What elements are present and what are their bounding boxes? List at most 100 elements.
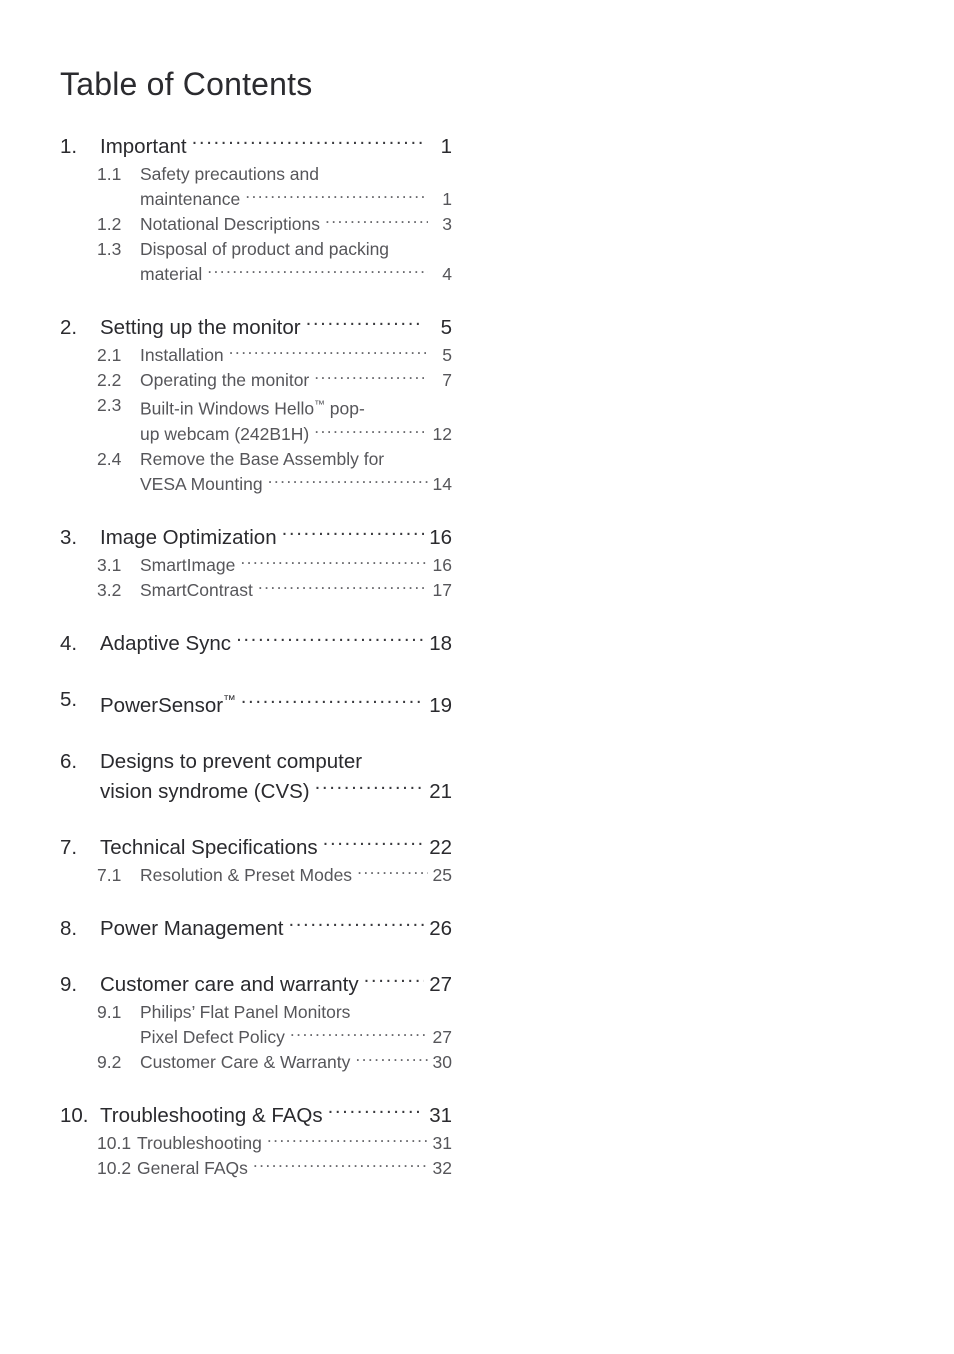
subsection-number: 7.1 bbox=[97, 864, 122, 885]
entry-title-line-1: Resolution & Preset Modes 25 bbox=[140, 863, 452, 888]
entry-title-continued: vision syndrome (CVS) bbox=[100, 779, 310, 803]
toc-entry-troubleshooting-faqs[interactable]: 10. Troubleshooting & FAQs 31 bbox=[60, 1101, 452, 1131]
entry-title: Customer care and warranty bbox=[100, 972, 359, 996]
entry-title: Important bbox=[100, 135, 187, 158]
toc-subentry-operating-the-monitor[interactable]: 2.2 Operating the monitor 7 bbox=[60, 368, 452, 393]
page-number: 3 bbox=[442, 214, 452, 234]
dot-leader bbox=[267, 1131, 428, 1149]
toc-section-designs-to-prevent-computer: 6. Designs to prevent computer vision synd… bbox=[60, 747, 452, 807]
page-number: 32 bbox=[432, 1157, 452, 1178]
page-number: 1 bbox=[440, 135, 452, 158]
toc-entry-customer-care-and-warranty[interactable]: 9. Customer care and warranty 27 bbox=[60, 970, 452, 1000]
toc-entry-technical-specifications[interactable]: 7. Technical Specifications 22 bbox=[60, 833, 452, 863]
toc-subentry-disposal-of-product-and-packing[interactable]: 1.3 Disposal of product and packing materi… bbox=[60, 237, 452, 287]
toc-subentry-installation[interactable]: 2.1 Installation 5 bbox=[60, 343, 452, 368]
toc-entry-adaptive-sync[interactable]: 4. Adaptive Sync 18 bbox=[60, 629, 452, 659]
entry-body: Built-in Windows Hello™ pop-up webcam (2… bbox=[140, 393, 452, 447]
toc-entry-designs-to-prevent-computer[interactable]: 6. Designs to prevent computer vision synd… bbox=[60, 747, 452, 807]
toc-subentry-remove-the-base-assembly-for[interactable]: 2.4 Remove the Base Assembly for VESA Moun… bbox=[60, 447, 452, 497]
toc-subentry-philips-flat-panel-monitors[interactable]: 9.1 Philips’ Flat Panel Monitors Pixel Def… bbox=[60, 1000, 452, 1050]
dot-leader bbox=[241, 691, 424, 712]
toc-entry-setting-up-the-monitor[interactable]: 2. Setting up the monitor 5 bbox=[60, 313, 452, 343]
toc-entry-important[interactable]: 1. Important 1 bbox=[60, 132, 452, 162]
page-number: 5 bbox=[440, 316, 452, 339]
dot-leader bbox=[245, 188, 428, 206]
page-number: 14 bbox=[432, 473, 452, 494]
toc-entry-image-optimization[interactable]: 3. Image Optimization 16 bbox=[60, 523, 452, 553]
entry-title-line-1: Designs to prevent computer bbox=[100, 747, 452, 777]
entry-title-line-2: material 4 bbox=[140, 262, 452, 287]
entry-title: Designs to prevent computer bbox=[100, 749, 363, 773]
toc-subentry-resolution-preset-modes[interactable]: 7.1 Resolution & Preset Modes 25 bbox=[60, 863, 452, 888]
toc-subentry-smartimage[interactable]: 3.1 SmartImage 16 bbox=[60, 553, 452, 578]
section-number: 9. bbox=[60, 972, 78, 996]
section-number: 5. bbox=[60, 687, 78, 711]
toc-subentry-customer-care-warranty[interactable]: 9.2 Customer Care & Warranty 30 bbox=[60, 1050, 452, 1075]
entry-title: Technical Specifications bbox=[100, 835, 318, 859]
entry-body: Notational Descriptions 3 bbox=[140, 212, 452, 237]
entry-body: Installation 5 bbox=[140, 343, 452, 368]
entry-body: Important 1 bbox=[100, 132, 452, 162]
entry-title-line-1: Built-in Windows Hello™ pop- bbox=[140, 393, 452, 422]
dot-leader bbox=[328, 1101, 424, 1122]
entry-title-line-2: Pixel Defect Policy 27 bbox=[140, 1025, 452, 1050]
entry-title-line-1: Power Management 26 bbox=[100, 914, 452, 944]
toc-entry-powersensor[interactable]: 5. PowerSensor™ 19 bbox=[60, 685, 452, 721]
toc-section-power-management: 8. Power Management 26 bbox=[60, 914, 452, 944]
section-number: 3. bbox=[60, 525, 78, 549]
page-title: Table of Contents bbox=[60, 66, 313, 102]
page-number: 18 bbox=[429, 631, 452, 655]
toc-section-important: 1. Important 1 1.1 Safety precautions and mai… bbox=[60, 132, 452, 287]
toc-subentry-general-faqs[interactable]: 10.2General FAQs 32 bbox=[60, 1156, 452, 1181]
toc-entry-power-management[interactable]: 8. Power Management 26 bbox=[60, 914, 452, 944]
toc-section-customer-care-and-warranty: 9. Customer care and warranty 27 9.1 Philips… bbox=[60, 970, 452, 1075]
toc-subentry-smartcontrast[interactable]: 3.2 SmartContrast 17 bbox=[60, 578, 452, 603]
entry-title: Philips’ Flat Panel Monitors bbox=[140, 1001, 351, 1022]
entry-title: General FAQs bbox=[137, 1157, 248, 1178]
subsection-number: 9.1 bbox=[97, 1001, 122, 1022]
dot-leader bbox=[314, 369, 428, 387]
section-number: 7. bbox=[60, 835, 78, 859]
dot-leader bbox=[355, 1050, 428, 1068]
page-number: 30 bbox=[432, 1051, 452, 1072]
entry-body: Customer Care & Warranty 30 bbox=[140, 1050, 452, 1075]
toc-subentry-troubleshooting[interactable]: 10.1Troubleshooting 31 bbox=[60, 1131, 452, 1156]
section-number: 2. bbox=[60, 316, 78, 339]
entry-body: General FAQs 32 bbox=[137, 1156, 452, 1181]
entry-title-continued: VESA Mounting bbox=[140, 473, 263, 494]
page-number: 5 bbox=[442, 345, 452, 365]
entry-body: SmartContrast 17 bbox=[140, 578, 452, 603]
entry-body: Image Optimization 16 bbox=[100, 523, 452, 553]
toc-subentry-built-in-windows-hello-pop[interactable]: 2.3 Built-in Windows Hello™ pop-up webcam… bbox=[60, 393, 452, 447]
subsection-number: 2.1 bbox=[97, 345, 122, 365]
entry-title: Remove the Base Assembly for bbox=[140, 448, 385, 469]
dot-leader bbox=[315, 777, 424, 798]
entry-title-line-1: Adaptive Sync 18 bbox=[100, 629, 452, 659]
entry-title-line-1: SmartImage 16 bbox=[140, 553, 452, 578]
entry-title-line-1: Troubleshooting 31 bbox=[137, 1131, 452, 1156]
dot-leader bbox=[364, 970, 424, 991]
dot-leader bbox=[323, 833, 424, 854]
page-number: 4 bbox=[442, 264, 452, 284]
entry-body: Troubleshooting 31 bbox=[137, 1131, 452, 1156]
entry-title: Troubleshooting & FAQs bbox=[100, 1103, 323, 1127]
page-number: 21 bbox=[429, 779, 452, 803]
entry-title: Installation bbox=[140, 345, 224, 365]
entry-title-line-1: Installation 5 bbox=[140, 343, 452, 368]
dot-leader bbox=[290, 1025, 428, 1043]
section-number: 1. bbox=[60, 135, 78, 158]
entry-title-line-1: Customer Care & Warranty 30 bbox=[140, 1050, 452, 1075]
toc-subentry-notational-descriptions[interactable]: 1.2 Notational Descriptions 3 bbox=[60, 212, 452, 237]
subsection-number: 2.4 bbox=[97, 448, 122, 469]
section-number: 10. bbox=[60, 1103, 89, 1127]
page-number: 27 bbox=[429, 972, 452, 996]
subsection-number: 1.1 bbox=[97, 164, 122, 184]
dot-leader bbox=[357, 863, 428, 881]
entry-body: Setting up the monitor 5 bbox=[100, 313, 452, 343]
dot-leader bbox=[325, 213, 428, 231]
toc-subentry-safety-precautions-and[interactable]: 1.1 Safety precautions and maintenance 1 bbox=[60, 162, 452, 212]
trademark-symbol: ™ bbox=[314, 399, 325, 411]
entry-title: Image Optimization bbox=[100, 525, 277, 549]
page-number: 22 bbox=[429, 835, 452, 859]
entry-title-line-1: Remove the Base Assembly for bbox=[140, 447, 452, 472]
